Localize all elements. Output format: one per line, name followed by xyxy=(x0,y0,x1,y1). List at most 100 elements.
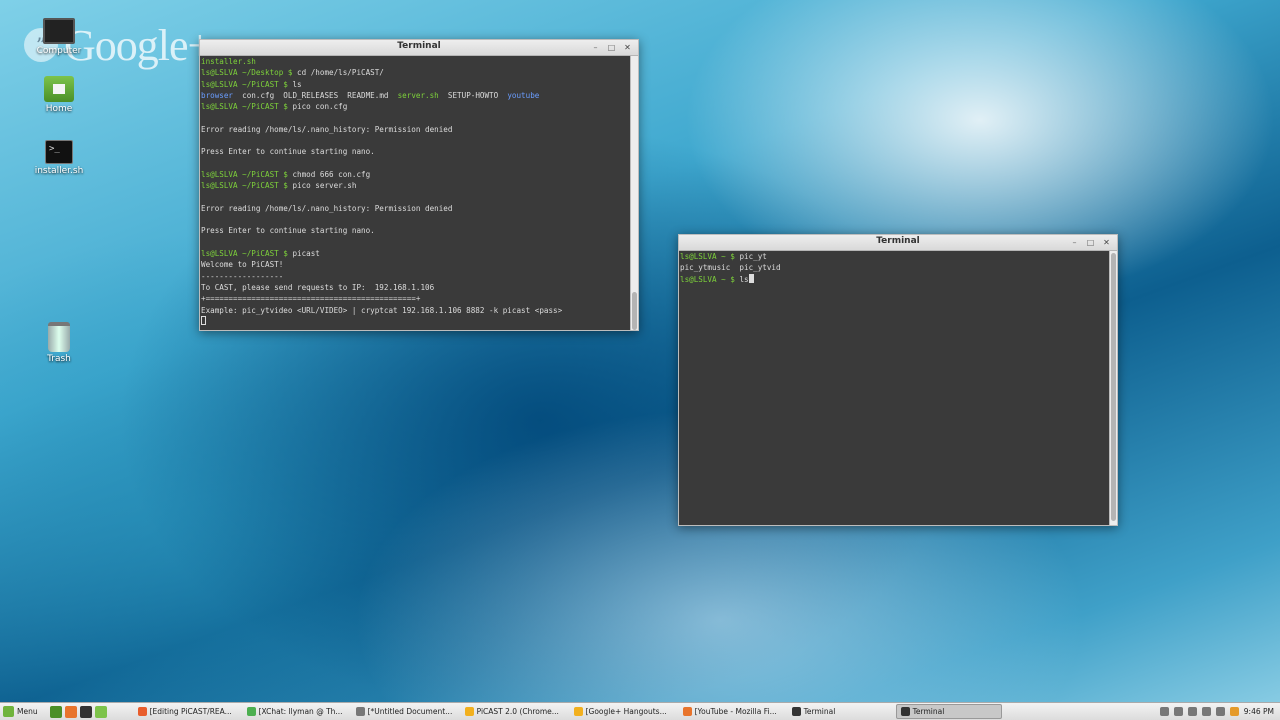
terminal-line: Press Enter to continue starting nano. xyxy=(201,225,630,236)
tray-icon[interactable] xyxy=(1159,707,1169,716)
taskbar-task-button[interactable]: Terminal xyxy=(787,704,893,719)
terminal-text: picast xyxy=(292,249,320,259)
taskbar: Menu [Editing PiCAST/REA... [XChat: llyma… xyxy=(0,702,1280,720)
desktop-icon-home[interactable]: Home xyxy=(21,76,97,114)
terminal-text: Example: pic_ytvideo <URL/VIDEO> | crypt… xyxy=(201,305,563,315)
terminal-line: ls@LSLVA ~/PiCAST $ pico server.sh xyxy=(201,180,630,191)
terminal-text: pic_ytmusic pic_ytvid xyxy=(680,263,781,273)
app-icon xyxy=(900,707,910,716)
computer-icon xyxy=(43,18,75,44)
taskbar-task-label: [XChat: llyman @ Th... xyxy=(258,707,343,716)
taskbar-task-button[interactable]: [Editing PiCAST/REA... xyxy=(133,704,239,719)
terminal-line: Press Enter to continue starting nano. xyxy=(201,146,630,157)
window-titlebar[interactable]: Terminal – □ ✕ xyxy=(679,235,1117,251)
terminal-line: ------------------ xyxy=(201,271,630,282)
start-menu-button[interactable]: Menu xyxy=(0,703,44,720)
maximize-icon[interactable]: □ xyxy=(605,42,618,53)
desktop-icon-trash[interactable]: Trash xyxy=(21,322,97,364)
terminal-text: ls xyxy=(739,274,749,284)
update-icon[interactable] xyxy=(1229,707,1239,716)
files-icon[interactable] xyxy=(94,705,107,718)
system-tray: 9:46 PM xyxy=(1159,707,1280,716)
terminal-text: Error reading /home/ls/.nano_history: Pe… xyxy=(201,203,453,213)
terminal-text: server.sh xyxy=(397,90,439,100)
scrollbar[interactable] xyxy=(630,56,638,330)
terminal-line: browser con.cfg OLD_RELEASES README.md s… xyxy=(201,90,630,101)
tray-icon[interactable] xyxy=(1187,707,1197,716)
terminal-window-1[interactable]: Terminal – □ ✕ installer.sh ls@LSLVA ~/De… xyxy=(199,39,639,331)
taskbar-task-button[interactable]: [YouTube - Mozilla Fi... xyxy=(678,704,784,719)
terminal-window-2[interactable]: Terminal – □ ✕ ls@LSLVA ~ $ pic_yt pic_yt… xyxy=(678,234,1118,526)
terminal-line xyxy=(201,315,630,327)
taskbar-task-label: Terminal xyxy=(803,707,836,716)
terminal-text: pico con.cfg xyxy=(292,102,348,112)
terminal-text: To CAST, please send requests to IP: 192… xyxy=(201,282,435,292)
desktop-icon-computer[interactable]: Computer xyxy=(21,18,97,56)
terminal-text: ------------------ xyxy=(201,271,284,281)
terminal-text: ls@LSLVA ~/PiCAST $ xyxy=(201,169,293,179)
desktop-icon-installer[interactable]: >_ installer.sh xyxy=(21,140,97,176)
terminal-line: ls@LSLVA ~ $ pic_yt xyxy=(680,251,1109,262)
mint-logo-icon xyxy=(3,706,14,717)
app-icon xyxy=(682,707,692,716)
home-folder-icon xyxy=(44,76,74,102)
terminal-icon[interactable] xyxy=(79,705,92,718)
scrollbar[interactable] xyxy=(1109,251,1117,525)
terminal-line: ls@LSLVA ~/PiCAST $ pico con.cfg xyxy=(201,101,630,112)
desktop-icon-label: Home xyxy=(45,104,73,114)
maximize-icon[interactable]: □ xyxy=(1084,237,1097,248)
terminal-text: installer.sh xyxy=(201,57,256,66)
terminal-line: +=======================================… xyxy=(201,293,630,304)
taskbar-task-label: [Editing PiCAST/REA... xyxy=(149,707,232,716)
show-desktop-icon[interactable] xyxy=(49,705,62,718)
close-icon[interactable]: ✕ xyxy=(621,42,634,53)
terminal-text: pic_yt xyxy=(739,252,767,261)
text-cursor xyxy=(201,315,206,325)
task-list: [Editing PiCAST/REA... [XChat: llyman @ T… xyxy=(133,704,1005,719)
terminal-text: con.cfg OLD_RELEASES README.md xyxy=(233,90,398,100)
tray-icon[interactable] xyxy=(1173,707,1183,716)
taskbar-task-button[interactable]: [*Untitled Document... xyxy=(351,704,457,719)
taskbar-task-label: PiCAST 2.0 (Chrome... xyxy=(476,707,559,716)
terminal-text: ls@LSLVA ~/PiCAST $ xyxy=(201,79,293,89)
taskbar-task-button[interactable]: Terminal xyxy=(895,704,1002,719)
terminal-text: SETUP-HOWTO xyxy=(438,90,508,100)
minimize-icon[interactable]: – xyxy=(589,42,602,53)
terminal-text: pico server.sh xyxy=(292,181,357,191)
taskbar-task-label: Terminal xyxy=(912,707,945,716)
volume-icon[interactable] xyxy=(1201,707,1211,716)
window-titlebar[interactable]: Terminal – □ ✕ xyxy=(200,40,638,56)
terminal-line: Error reading /home/ls/.nano_history: Pe… xyxy=(201,203,630,214)
taskbar-task-button[interactable]: PiCAST 2.0 (Chrome... xyxy=(460,704,566,719)
scrollbar-thumb[interactable] xyxy=(632,292,637,330)
clock[interactable]: 9:46 PM xyxy=(1244,707,1274,716)
window-title: Terminal xyxy=(876,236,920,246)
terminal-text: ls@LSLVA ~/PiCAST $ xyxy=(201,181,293,191)
app-icon xyxy=(573,707,583,716)
taskbar-task-label: [*Untitled Document... xyxy=(367,707,453,716)
firefox-icon[interactable] xyxy=(64,705,77,718)
terminal-output[interactable]: ls@LSLVA ~ $ pic_yt pic_ytmusic pic_ytvid… xyxy=(679,251,1109,525)
terminal-text: youtube xyxy=(507,90,540,100)
terminal-line: ls@LSLVA ~/PiCAST $ picast xyxy=(201,248,630,259)
terminal-text: ls@LSLVA ~ $ xyxy=(680,252,740,261)
terminal-text: Press Enter to continue starting nano. xyxy=(201,147,375,157)
terminal-line: ls@LSLVA ~/Desktop $ cd /home/ls/PiCAST/ xyxy=(201,67,630,78)
terminal-text: ls@LSLVA ~/Desktop $ xyxy=(201,68,298,78)
terminal-text: ls xyxy=(292,79,302,89)
terminal-line: Example: pic_ytvideo <URL/VIDEO> | crypt… xyxy=(201,305,630,316)
taskbar-task-button[interactable]: [XChat: llyman @ Th... xyxy=(242,704,348,719)
close-icon[interactable]: ✕ xyxy=(1100,237,1113,248)
terminal-line: ls@LSLVA ~ $ ls xyxy=(680,273,1109,285)
terminal-text: cd /home/ls/PiCAST/ xyxy=(297,68,384,78)
minimize-icon[interactable]: – xyxy=(1068,237,1081,248)
terminal-output[interactable]: installer.sh ls@LSLVA ~/Desktop $ cd /hom… xyxy=(200,56,630,330)
terminal-line: Error reading /home/ls/.nano_history: Pe… xyxy=(201,124,630,135)
taskbar-task-button[interactable]: [Google+ Hangouts... xyxy=(569,704,675,719)
terminal-line: pic_ytmusic pic_ytvid xyxy=(680,262,1109,273)
network-icon[interactable] xyxy=(1215,707,1225,716)
app-icon xyxy=(464,707,474,716)
scrollbar-thumb[interactable] xyxy=(1111,253,1116,521)
